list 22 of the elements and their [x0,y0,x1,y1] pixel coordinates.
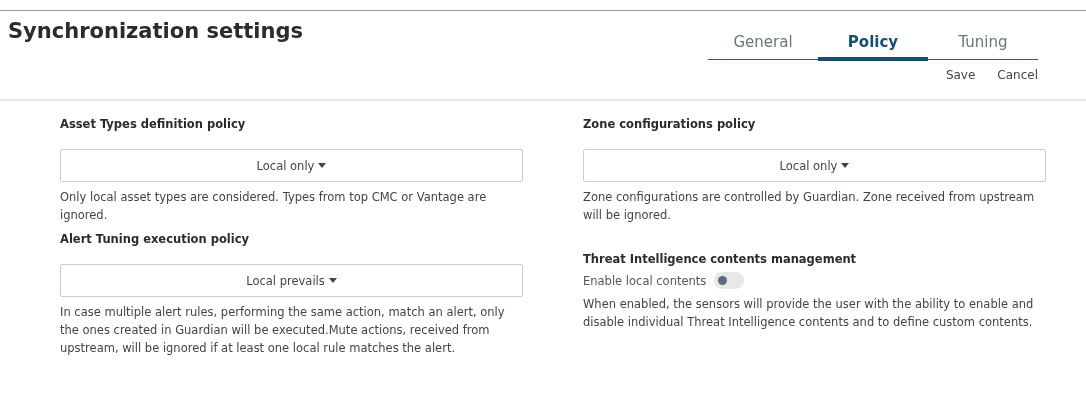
cancel-button[interactable]: Cancel [997,68,1038,82]
tab[interactable]: Policy [818,21,928,61]
description: Zone configurations are controlled by Guardian. Zone received from upstream will be ignored. [583,189,1036,224]
description: When enabled, the sensors will provide the user with the ability to enable and disable individual Threat Intelligence contents and to define custom contents. [583,296,1035,331]
toggle-label: Enable local contents [583,273,707,288]
tab[interactable]: General [708,21,818,61]
policy-dropdown[interactable]: Local only [60,149,523,182]
caret-icon [328,278,337,283]
policy-dropdown[interactable]: Local only [583,149,1046,182]
caret-icon [841,163,850,168]
caret-icon [318,163,327,168]
description: Only local asset types are considered. Types from top CMC or Vantage are ignored. [60,189,488,224]
section-heading: Asset Types definition policy [60,117,247,131]
page-title: Synchronization settings [8,19,303,45]
section-heading: Alert Tuning execution policy [60,232,250,246]
section-heading: Threat Intelligence contents management [583,252,858,266]
tab[interactable]: Tuning [928,21,1038,61]
policy-dropdown[interactable]: Local prevails [60,264,523,297]
toggle-switch[interactable] [714,272,745,289]
description: In case multiple alert rules, performing the same action, match an alert, only the ones created in Guardian will be executed.Mute actions, received from upstream, will be ignored if at least one local rule matches the alert. [60,304,506,357]
section-heading: Zone configurations policy [583,117,757,131]
save-button[interactable]: Save [945,68,976,82]
